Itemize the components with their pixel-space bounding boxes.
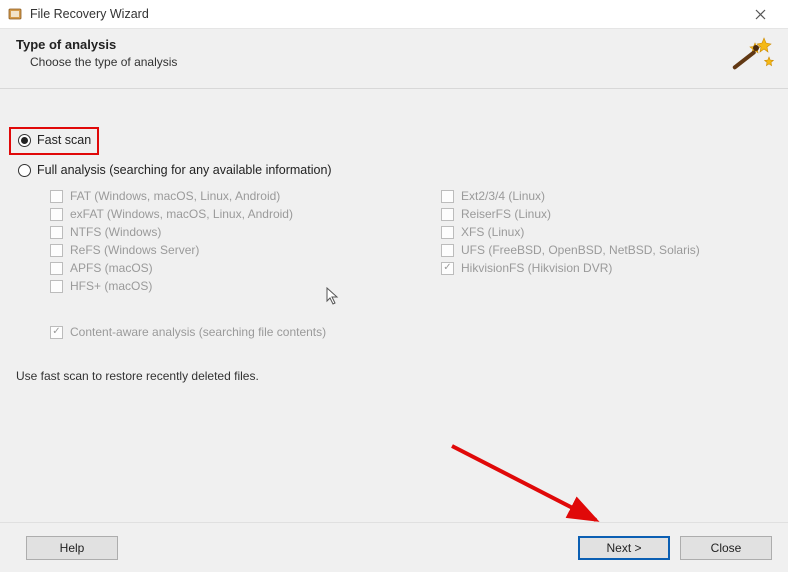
chk-ufs[interactable]: UFS (FreeBSD, OpenBSD, NetBSD, Solaris): [441, 243, 772, 257]
fs-col-right: Ext2/3/4 (Linux) ReiserFS (Linux) XFS (L…: [381, 185, 772, 297]
checkbox-icon: [50, 208, 63, 221]
window-title: File Recovery Wizard: [30, 7, 740, 21]
radio-icon: [18, 134, 31, 147]
wizard-content: Fast scan Full analysis (searching for a…: [0, 89, 788, 522]
radio-icon: [18, 164, 31, 177]
chk-xfs[interactable]: XFS (Linux): [441, 225, 772, 239]
chk-hfsplus[interactable]: HFS+ (macOS): [50, 279, 381, 293]
wizard-footer: Help Next > Close: [0, 522, 788, 572]
wizard-wand-icon: [728, 33, 774, 79]
radio-label-fast-scan: Fast scan: [37, 133, 91, 147]
radio-label-full-analysis: Full analysis (searching for any availab…: [37, 163, 332, 177]
page-title: Type of analysis: [16, 37, 772, 52]
checkbox-icon: [50, 190, 63, 203]
chk-content-aware[interactable]: Content-aware analysis (searching file c…: [50, 325, 772, 339]
checkbox-icon: [441, 262, 454, 275]
checkbox-icon: [50, 280, 63, 293]
checkbox-icon: [50, 244, 63, 257]
chk-exfat[interactable]: exFAT (Windows, macOS, Linux, Android): [50, 207, 381, 221]
app-icon: [8, 6, 24, 22]
chk-reiserfs[interactable]: ReiserFS (Linux): [441, 207, 772, 221]
checkbox-icon: [50, 262, 63, 275]
next-button[interactable]: Next >: [578, 536, 670, 560]
checkbox-icon: [441, 244, 454, 257]
chk-ntfs[interactable]: NTFS (Windows): [50, 225, 381, 239]
filesystem-options: FAT (Windows, macOS, Linux, Android) exF…: [50, 185, 772, 297]
close-icon: [755, 9, 766, 20]
chk-ext[interactable]: Ext2/3/4 (Linux): [441, 189, 772, 203]
help-button[interactable]: Help: [26, 536, 118, 560]
checkbox-icon: [50, 326, 63, 339]
chk-refs[interactable]: ReFS (Windows Server): [50, 243, 381, 257]
radio-fast-scan[interactable]: Fast scan: [18, 133, 772, 147]
chk-hikvisionfs[interactable]: HikvisionFS (Hikvision DVR): [441, 261, 772, 275]
chk-apfs[interactable]: APFS (macOS): [50, 261, 381, 275]
radio-full-analysis[interactable]: Full analysis (searching for any availab…: [18, 163, 772, 177]
close-window-button[interactable]: [740, 0, 780, 29]
fs-col-left: FAT (Windows, macOS, Linux, Android) exF…: [50, 185, 381, 297]
chk-fat[interactable]: FAT (Windows, macOS, Linux, Android): [50, 189, 381, 203]
close-button[interactable]: Close: [680, 536, 772, 560]
checkbox-icon: [441, 226, 454, 239]
titlebar: File Recovery Wizard: [0, 0, 788, 29]
page-subtitle: Choose the type of analysis: [30, 55, 772, 69]
checkbox-icon: [50, 226, 63, 239]
hint-text: Use fast scan to restore recently delete…: [16, 369, 772, 383]
wizard-header: Type of analysis Choose the type of anal…: [0, 29, 788, 89]
checkbox-icon: [441, 208, 454, 221]
checkbox-icon: [441, 190, 454, 203]
